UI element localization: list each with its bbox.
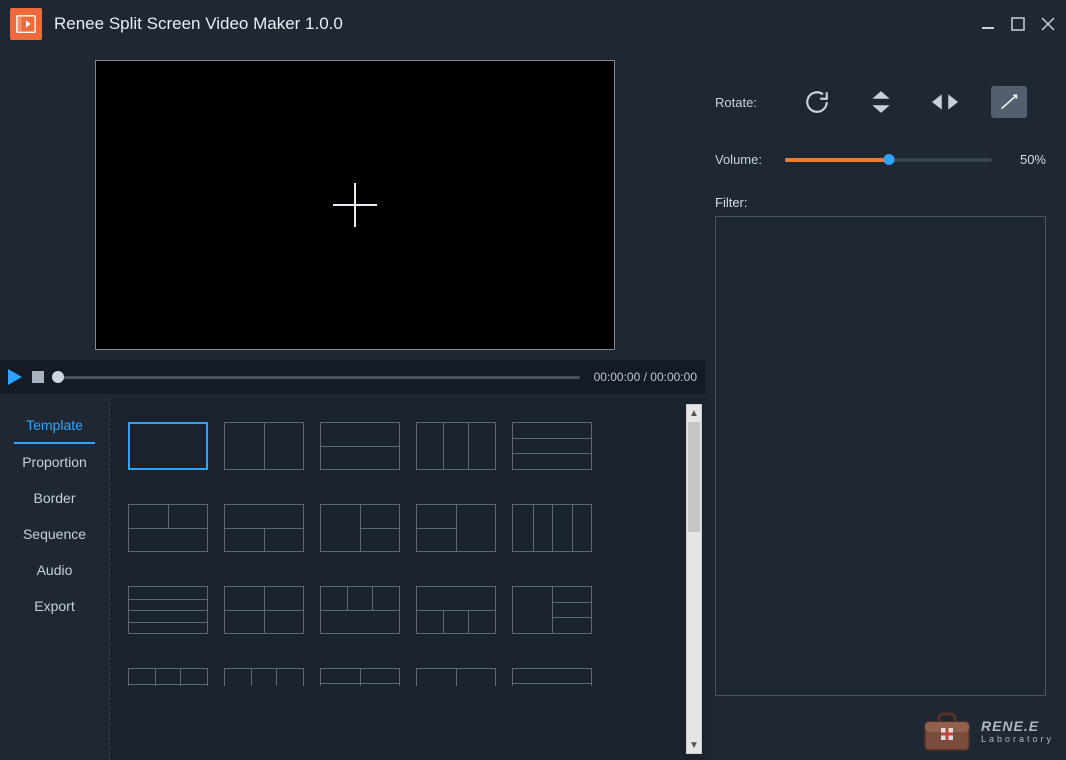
template-item[interactable] bbox=[224, 504, 304, 552]
brand-logo: RENE.E Laboratory bbox=[921, 710, 1054, 752]
template-item[interactable] bbox=[128, 586, 208, 634]
template-item[interactable] bbox=[224, 422, 304, 470]
crop-button[interactable] bbox=[991, 86, 1027, 118]
timeline-slider[interactable] bbox=[54, 376, 580, 379]
template-item[interactable] bbox=[512, 504, 592, 552]
volume-handle[interactable] bbox=[883, 154, 894, 165]
add-video-icon bbox=[333, 183, 377, 227]
template-item[interactable] bbox=[416, 586, 496, 634]
app-title: Renee Split Screen Video Maker 1.0.0 bbox=[54, 14, 343, 34]
template-item[interactable] bbox=[320, 586, 400, 634]
maximize-button[interactable] bbox=[1010, 16, 1026, 32]
rotate-cw-button[interactable] bbox=[799, 86, 835, 118]
volume-value: 50% bbox=[1006, 152, 1046, 167]
brand-name: RENE.E bbox=[981, 718, 1039, 734]
scroll-up-icon[interactable]: ▲ bbox=[687, 405, 701, 421]
template-item[interactable] bbox=[320, 422, 400, 470]
video-preview[interactable] bbox=[95, 60, 615, 350]
tab-export[interactable]: Export bbox=[0, 588, 109, 624]
template-item[interactable] bbox=[128, 422, 208, 470]
template-scrollbar[interactable]: ▲ ▼ bbox=[686, 404, 702, 754]
timeline-handle[interactable] bbox=[52, 371, 64, 383]
template-item[interactable] bbox=[224, 586, 304, 634]
template-item[interactable] bbox=[320, 668, 400, 686]
filter-list[interactable] bbox=[715, 216, 1046, 696]
template-item[interactable] bbox=[416, 422, 496, 470]
side-tabs: Template Proportion Border Sequence Audi… bbox=[0, 398, 110, 760]
tab-border[interactable]: Border bbox=[0, 480, 109, 516]
stop-button[interactable] bbox=[32, 371, 44, 383]
timecode: 00:00:00 / 00:00:00 bbox=[594, 370, 697, 384]
playback-bar: 00:00:00 / 00:00:00 bbox=[0, 360, 705, 394]
volume-label: Volume: bbox=[715, 152, 785, 167]
template-item[interactable] bbox=[416, 504, 496, 552]
template-item[interactable] bbox=[416, 668, 496, 686]
tab-audio[interactable]: Audio bbox=[0, 552, 109, 588]
app-logo bbox=[10, 8, 42, 40]
template-item[interactable] bbox=[512, 422, 592, 470]
template-gallery bbox=[110, 398, 705, 760]
window-controls bbox=[980, 16, 1056, 32]
tab-sequence[interactable]: Sequence bbox=[0, 516, 109, 552]
close-button[interactable] bbox=[1040, 16, 1056, 32]
scroll-thumb[interactable] bbox=[688, 422, 700, 532]
tab-template[interactable]: Template bbox=[14, 408, 95, 444]
minimize-button[interactable] bbox=[980, 16, 996, 32]
template-item[interactable] bbox=[512, 586, 592, 634]
template-item[interactable] bbox=[128, 504, 208, 552]
titlebar: Renee Split Screen Video Maker 1.0.0 bbox=[0, 0, 1066, 48]
flip-vertical-button[interactable] bbox=[863, 86, 899, 118]
template-item[interactable] bbox=[128, 668, 208, 686]
play-button[interactable] bbox=[4, 366, 26, 388]
template-item[interactable] bbox=[512, 668, 592, 686]
rotate-label: Rotate: bbox=[715, 95, 785, 110]
flip-horizontal-button[interactable] bbox=[927, 86, 963, 118]
brand-sub: Laboratory bbox=[981, 734, 1054, 744]
properties-panel: Rotate: Volume: 50% Filter: bbox=[705, 48, 1066, 760]
briefcase-icon bbox=[921, 710, 973, 752]
template-item[interactable] bbox=[224, 668, 304, 686]
tab-proportion[interactable]: Proportion bbox=[0, 444, 109, 480]
scroll-down-icon[interactable]: ▼ bbox=[687, 737, 701, 753]
filter-label: Filter: bbox=[715, 195, 1046, 210]
volume-slider[interactable] bbox=[785, 158, 992, 162]
template-item[interactable] bbox=[320, 504, 400, 552]
